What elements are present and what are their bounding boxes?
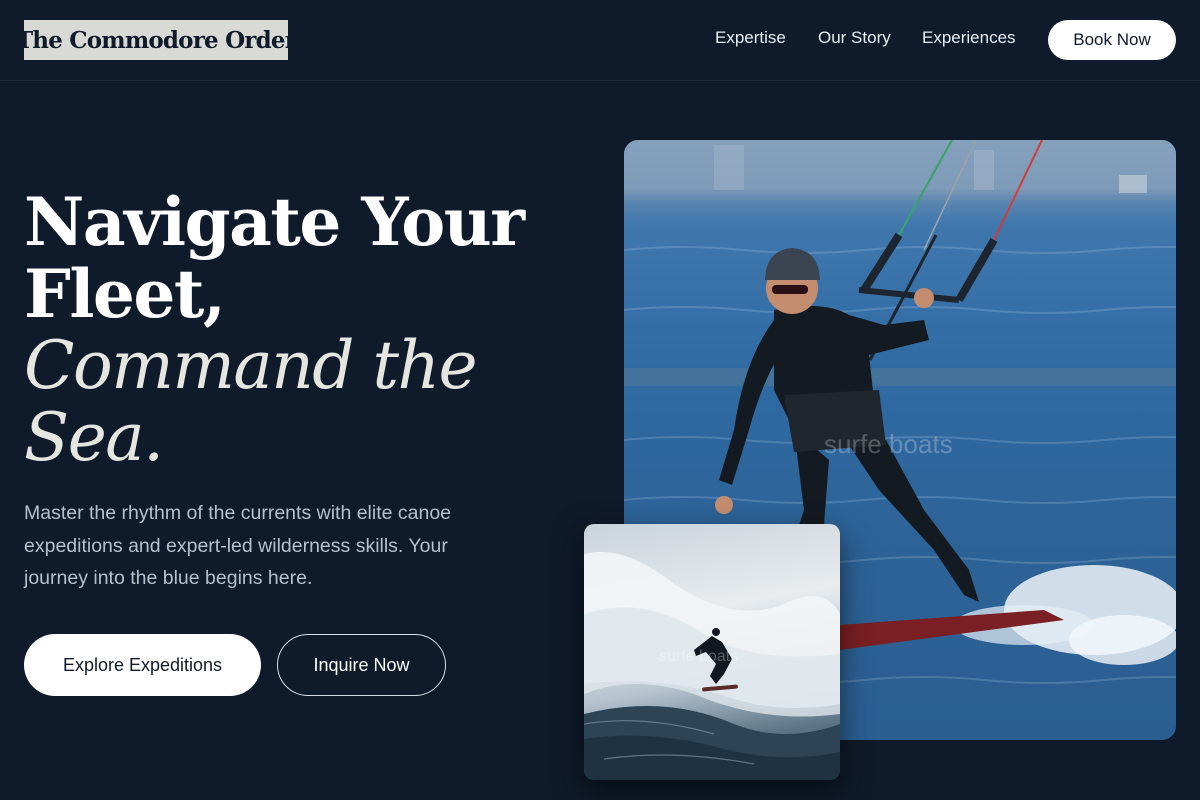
book-now-button[interactable]: Book Now [1048,20,1176,60]
page: The Commodore Order Expertise Our Story … [0,0,1200,800]
inquire-now-button[interactable]: Inquire Now [277,634,446,696]
main-photo-watermark: surfe boats [824,429,953,459]
nav-link-experiences[interactable]: Experiences [922,28,1016,48]
nav-link-expertise[interactable]: Expertise [715,28,786,48]
site-logo[interactable]: The Commodore Order [16,20,297,60]
surfer-illustration: surfe boats [584,552,840,780]
surfer-photo: surfe boats [584,524,840,780]
second-photo-watermark: surfe boats [659,648,738,665]
nav-link-our-story[interactable]: Our Story [818,28,891,48]
headline-italic-line-2: Sea. [24,399,164,476]
explore-expeditions-button[interactable]: Explore Expeditions [24,634,261,696]
hero-headline: Navigate Your Fleet, Command the Sea. [24,186,544,474]
site-header: The Commodore Order Expertise Our Story … [0,0,1200,81]
headline-italic-line-1: Command the [24,327,478,404]
hero-subtext: Master the rhythm of the currents with e… [24,502,452,589]
headline-line-2: Fleet, [24,255,226,333]
headline-line-1: Navigate Your [24,183,525,261]
